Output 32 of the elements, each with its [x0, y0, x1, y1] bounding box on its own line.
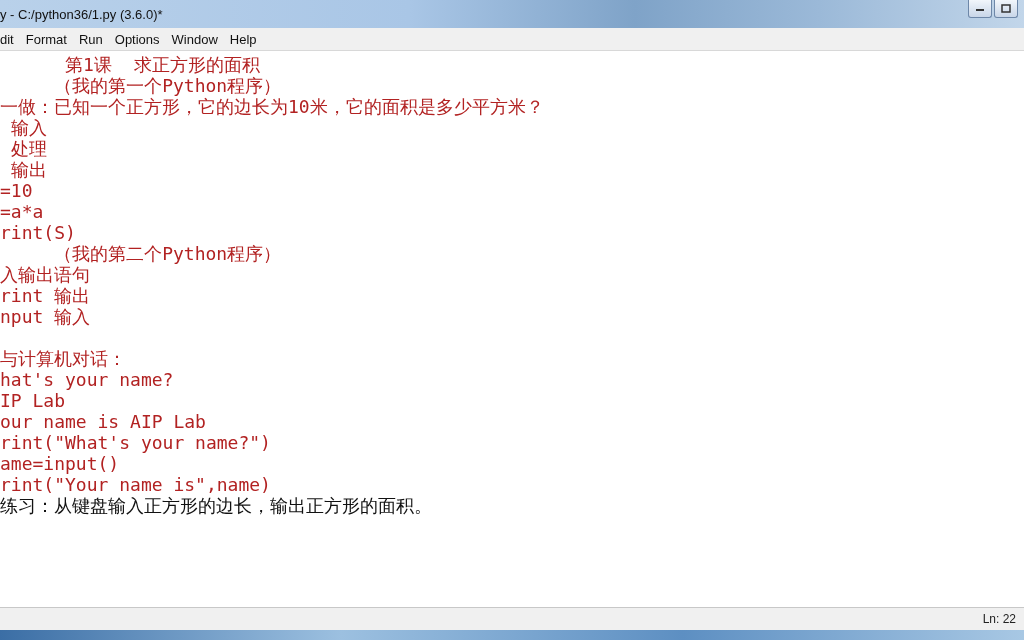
code-line: our name is AIP Lab: [0, 411, 206, 432]
code-line: 处理: [9, 138, 47, 159]
code-line: IP Lab: [0, 390, 66, 411]
code-line: （我的第一个Python程序）: [53, 75, 282, 96]
code-line: rint 输出: [0, 285, 91, 306]
code-line: 练习：从键盘输入正方形的边长，输出正方形的面积。: [0, 495, 432, 516]
code-line: nput 输入: [0, 306, 91, 327]
code-line: rint("What's your name?"): [0, 432, 271, 453]
maximize-icon: [1001, 4, 1011, 13]
code-line: 入输出语句: [0, 264, 90, 285]
code-line: =a*a: [0, 201, 44, 222]
code-line: 与计算机对话：: [0, 348, 126, 369]
code-line: 输出: [9, 159, 47, 180]
code-line: hat's your name?: [0, 369, 174, 390]
menu-item[interactable]: dit: [0, 31, 20, 47]
code-line: 一做：已知一个正方形，它的边长为10米，它的面积是多少平方米？: [0, 96, 544, 117]
menu-item[interactable]: Format: [19, 31, 73, 47]
minimize-button[interactable]: [968, 0, 992, 18]
menu-item[interactable]: Window: [165, 31, 224, 47]
cursor-position: Ln: 22: [982, 612, 1017, 626]
code-line: （我的第二个Python程序）: [53, 243, 282, 264]
menu-item[interactable]: Options: [108, 31, 166, 47]
code-line: =10: [0, 180, 33, 201]
code-line: rint("Your name is",name): [0, 474, 271, 495]
code-line: 第1课 求正方形的面积: [64, 54, 260, 75]
code-line: ame=input(): [0, 453, 120, 474]
code-line: rint(S): [0, 222, 76, 243]
maximize-button[interactable]: [994, 0, 1018, 18]
code-line: 输入: [9, 117, 47, 138]
menu-item[interactable]: Run: [72, 31, 109, 47]
window-title: y - C:/python36/1.py (3.6.0)*: [0, 6, 163, 22]
menu-item[interactable]: Help: [223, 31, 263, 47]
